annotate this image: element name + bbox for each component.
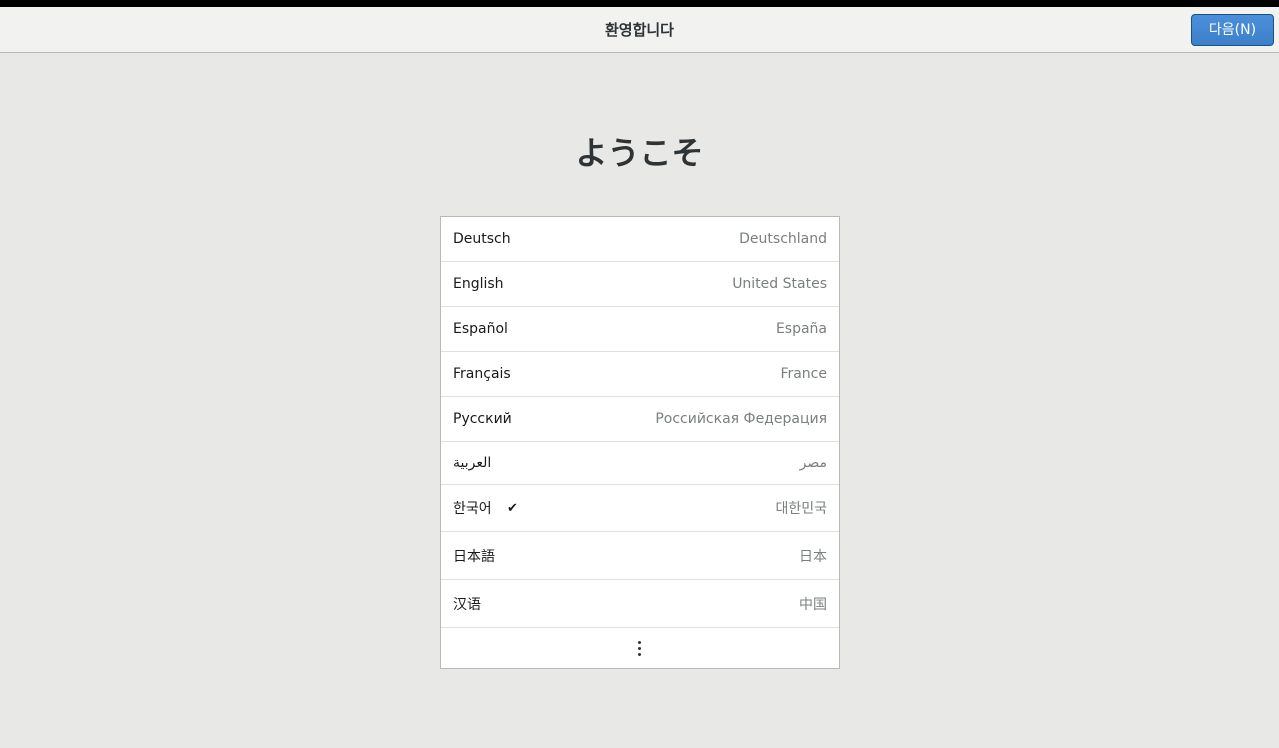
language-region: Российская Федерация — [655, 411, 827, 427]
more-languages-button[interactable] — [441, 628, 839, 668]
check-icon: ✔ — [507, 500, 518, 516]
language-region: España — [775, 321, 827, 337]
language-row-espanol[interactable]: Español España — [441, 307, 839, 352]
top-panel-strip — [0, 0, 1279, 7]
language-name: Deutsch — [453, 231, 511, 247]
language-name: English — [453, 276, 504, 292]
vertical-ellipsis-icon — [638, 641, 642, 657]
language-row-japanese[interactable]: 日本語 日本 — [441, 532, 839, 580]
page-title: 환영합니다 — [604, 21, 674, 39]
language-region: United States — [732, 276, 827, 292]
language-name: 汉语 — [453, 596, 481, 613]
language-list: Deutsch Deutschland English United State… — [440, 216, 840, 669]
language-name: Русский — [453, 411, 512, 427]
language-row-english[interactable]: English United States — [441, 262, 839, 307]
language-row-russian[interactable]: Русский Российская Федерация — [441, 397, 839, 442]
language-row-francais[interactable]: Français France — [441, 352, 839, 397]
language-row-deutsch[interactable]: Deutsch Deutschland — [441, 217, 839, 262]
header-bar: 환영합니다 다음(N) — [0, 7, 1279, 53]
language-row-arabic[interactable]: العربية مصر — [441, 442, 839, 485]
language-row-korean[interactable]: 한국어 ✔ 대한민국 — [441, 485, 839, 532]
welcome-heading: ようこそ — [575, 134, 704, 172]
language-name: Français — [453, 366, 511, 382]
language-region: مصر — [799, 455, 827, 471]
language-region: France — [780, 366, 827, 382]
next-button[interactable]: 다음(N) — [1191, 14, 1274, 46]
language-row-chinese[interactable]: 汉语 中国 — [441, 580, 839, 628]
language-region: 대한민국 — [775, 501, 827, 517]
language-name: العربية — [453, 455, 492, 471]
language-region: Deutschland — [739, 231, 827, 247]
language-name: 한국어 — [453, 501, 492, 517]
language-name: 日本語 — [453, 548, 495, 565]
language-name: Español — [453, 321, 508, 337]
language-region: 日本 — [799, 548, 827, 565]
language-region: 中国 — [799, 596, 827, 613]
